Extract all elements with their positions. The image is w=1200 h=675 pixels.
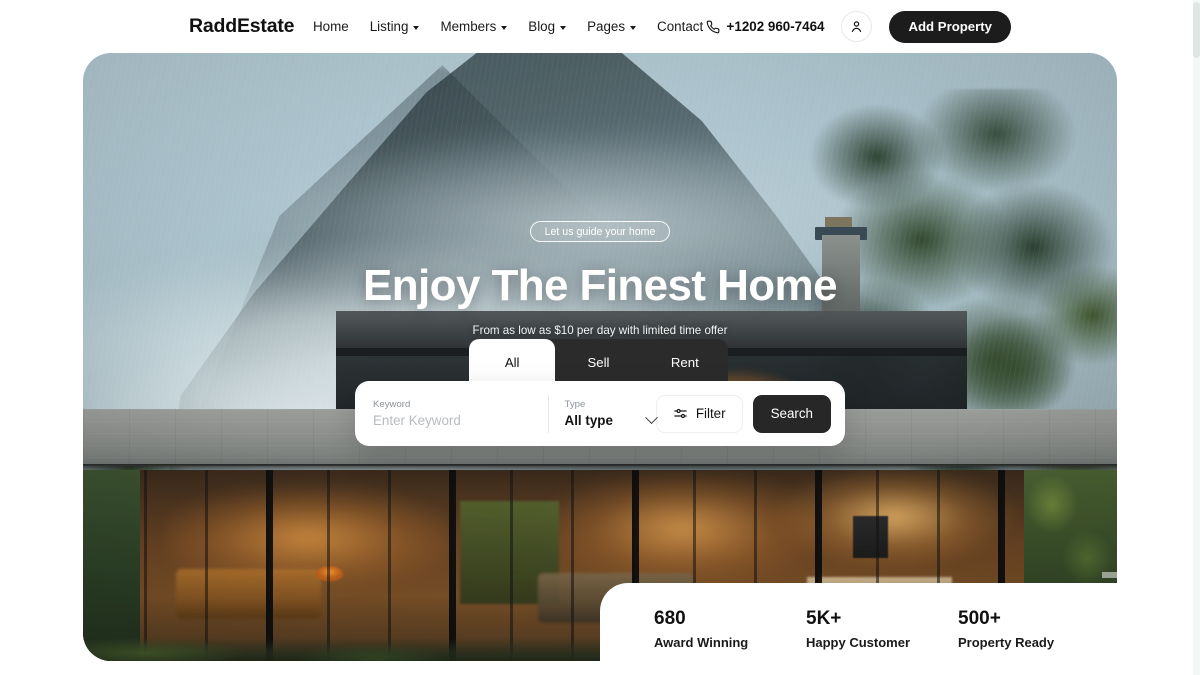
nav-label: Members bbox=[440, 19, 497, 34]
sliders-icon bbox=[674, 408, 687, 419]
search-button[interactable]: Search bbox=[752, 394, 832, 433]
nav-item-members[interactable]: Members bbox=[440, 19, 508, 34]
type-selected-value: All type bbox=[564, 413, 613, 429]
chevron-down-icon bbox=[630, 25, 637, 30]
phone-number: +1202 960-7464 bbox=[726, 19, 825, 34]
filter-button[interactable]: Filter bbox=[655, 394, 743, 433]
stat-item: 500+ Property Ready bbox=[958, 608, 1110, 650]
nav-item-listing[interactable]: Listing bbox=[370, 19, 420, 34]
site-header: RaddEstate Home Listing Members Blog Pag… bbox=[0, 0, 1193, 53]
nav-item-blog[interactable]: Blog bbox=[528, 19, 567, 34]
scrollbar-thumb[interactable] bbox=[1193, 2, 1200, 58]
nav-label: Listing bbox=[369, 19, 409, 34]
hero-subtitle: From as low as $10 per day with limited … bbox=[472, 324, 728, 337]
hero-title: Enjoy The Finest Home bbox=[363, 261, 838, 310]
type-label: Type bbox=[564, 398, 586, 410]
stats-panel: 680 Award Winning 5K+ Happy Customer 500… bbox=[600, 583, 1120, 675]
type-select[interactable]: All type bbox=[564, 411, 658, 429]
chevron-down-icon bbox=[560, 25, 567, 30]
stat-value: 500+ bbox=[958, 608, 1001, 630]
stat-value: 5K+ bbox=[806, 608, 842, 630]
tab-rent[interactable]: Rent bbox=[642, 339, 728, 385]
nav-label: Blog bbox=[528, 19, 556, 34]
tab-sell[interactable]: Sell bbox=[555, 339, 641, 385]
hero-content: Let us guide your home Enjoy The Finest … bbox=[83, 221, 1117, 337]
chevron-down-icon bbox=[413, 25, 420, 30]
phone-icon bbox=[706, 20, 719, 33]
tab-all[interactable]: All bbox=[469, 339, 556, 385]
brand-logo[interactable]: RaddEstate bbox=[189, 15, 294, 38]
search-input[interactable] bbox=[373, 413, 542, 429]
interior-foliage-left bbox=[83, 470, 140, 661]
search-actions: Filter Search bbox=[655, 394, 832, 433]
stat-label: Property Ready bbox=[958, 634, 1055, 650]
phone-link[interactable]: +1202 960-7464 bbox=[706, 19, 825, 34]
stat-label: Award Winning bbox=[654, 634, 749, 650]
search-tabs: All Sell Rent bbox=[469, 339, 728, 385]
keyword-field-group: Keyword bbox=[369, 392, 542, 436]
form-divider bbox=[547, 394, 549, 433]
stat-item: 5K+ Happy Customer bbox=[806, 608, 958, 650]
main-navigation: Home Listing Members Blog Pages Contact bbox=[313, 19, 703, 34]
stat-value: 680 bbox=[654, 608, 686, 630]
hero-badge: Let us guide your home bbox=[529, 221, 671, 242]
nav-item-contact[interactable]: Contact bbox=[657, 19, 703, 34]
keyword-label: Keyword bbox=[373, 398, 411, 410]
search-form: Keyword Type All type Filter Search bbox=[355, 381, 845, 446]
add-property-button[interactable]: Add Property bbox=[889, 10, 1011, 43]
nav-item-home[interactable]: Home bbox=[313, 19, 349, 34]
nav-label: Pages bbox=[587, 19, 626, 34]
filter-button-label: Filter bbox=[695, 406, 726, 421]
nav-item-pages[interactable]: Pages bbox=[587, 19, 637, 34]
nav-label: Home bbox=[313, 19, 349, 34]
account-button[interactable] bbox=[841, 11, 873, 42]
type-field-group[interactable]: Type All type bbox=[551, 392, 658, 436]
stat-label: Happy Customer bbox=[806, 634, 911, 650]
chevron-down-icon bbox=[501, 25, 508, 30]
user-icon bbox=[852, 21, 862, 33]
header-actions: +1202 960-7464 Add Property bbox=[706, 10, 1011, 43]
stat-item: 680 Award Winning bbox=[654, 608, 806, 650]
page-scrollbar[interactable] bbox=[1193, 0, 1200, 675]
nav-label: Contact bbox=[657, 19, 704, 34]
